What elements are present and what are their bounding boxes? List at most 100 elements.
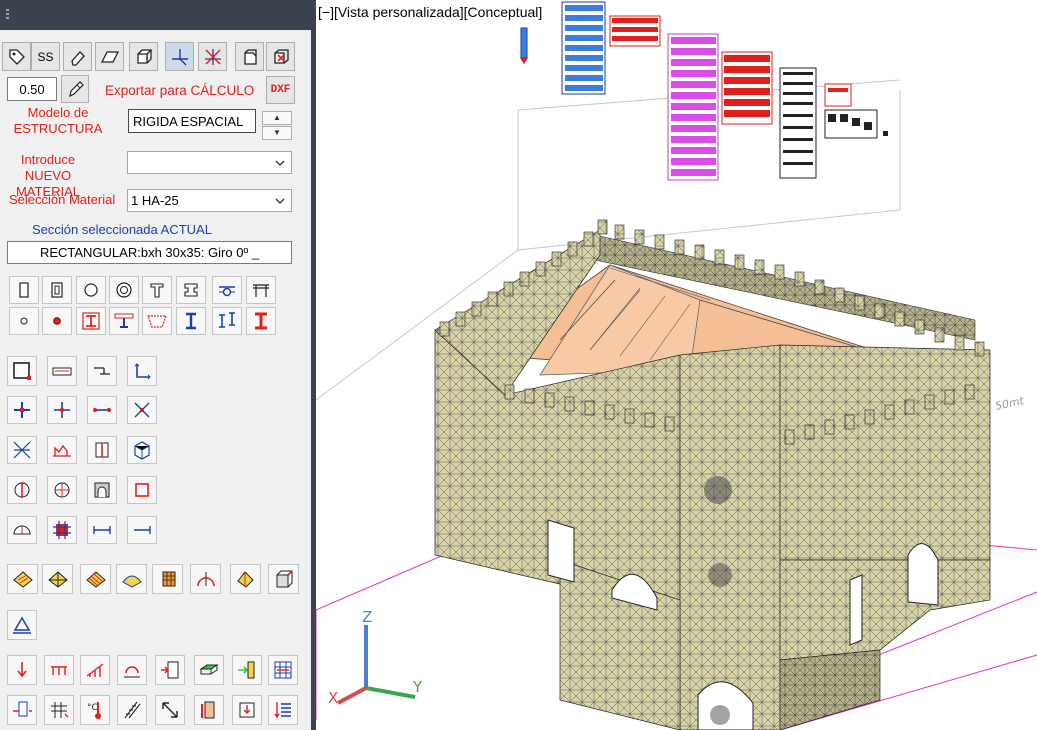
- thermal-load-icon: °C: [87, 702, 101, 719]
- point-load-button[interactable]: [7, 655, 37, 685]
- solid-node-button[interactable]: [42, 307, 72, 335]
- multi-i-section-button[interactable]: [212, 307, 242, 335]
- mesh-settings-button[interactable]: [268, 655, 298, 685]
- material-select-combo[interactable]: 1 HA-25: [127, 189, 292, 212]
- portal-frame-icon: [253, 284, 269, 297]
- i-section-button[interactable]: [176, 307, 206, 335]
- surface-tool-4[interactable]: [116, 564, 147, 594]
- palette-title-bar[interactable]: [0, 0, 311, 30]
- red-i-section-button[interactable]: [246, 307, 276, 335]
- wall-panel-button[interactable]: [87, 436, 117, 464]
- delete-solid-button[interactable]: [266, 42, 295, 71]
- panel-load-button[interactable]: [155, 655, 185, 685]
- dimension-button[interactable]: [47, 356, 77, 386]
- deck-section-button[interactable]: [109, 307, 139, 335]
- curved-shell-icon: [121, 575, 142, 588]
- chevron-down-icon: [275, 160, 285, 166]
- wall-load-button[interactable]: [7, 695, 37, 725]
- surface-tool-2[interactable]: [42, 564, 73, 594]
- section-cut-icon: [14, 482, 30, 498]
- new-material-combo[interactable]: [127, 151, 292, 174]
- triangular-load-button[interactable]: [80, 655, 110, 685]
- small-node-button[interactable]: [9, 307, 39, 335]
- offset-lines-icon: [94, 367, 110, 375]
- pipe-rail-icon: [219, 286, 235, 297]
- triangle-support-icon: [13, 616, 31, 634]
- circle-section-button[interactable]: [76, 276, 106, 304]
- download-button[interactable]: [232, 695, 262, 725]
- i-beam-red-button[interactable]: [76, 307, 106, 335]
- door-button[interactable]: [194, 695, 224, 725]
- surface-tool-8[interactable]: [268, 564, 299, 594]
- dxf-export-button[interactable]: DXF: [266, 76, 295, 104]
- portal-section-button[interactable]: [246, 276, 276, 304]
- green-slab-button[interactable]: [194, 655, 224, 685]
- channel-section-button[interactable]: [176, 276, 206, 304]
- thermal-load-button[interactable]: °C: [80, 695, 110, 725]
- perpendicular-tool-button[interactable]: [165, 42, 194, 71]
- plane-tool-button[interactable]: [95, 42, 124, 71]
- t-section-button[interactable]: [142, 276, 172, 304]
- frame-box-button[interactable]: [127, 476, 157, 504]
- spin-down-button[interactable]: ▼: [262, 126, 292, 140]
- distributed-load-button[interactable]: [44, 655, 74, 685]
- solid-mesh-button[interactable]: [127, 436, 157, 464]
- i-beam-blue-icon: [186, 312, 196, 330]
- ss-button[interactable]: SS: [31, 42, 60, 71]
- spin-up-button[interactable]: ▲: [262, 111, 292, 125]
- arch-button[interactable]: [87, 476, 117, 504]
- bar-element-icon: [93, 408, 111, 412]
- support-tool-button[interactable]: [7, 610, 37, 640]
- point-load-icon: [17, 662, 27, 678]
- grid-load-button[interactable]: [44, 695, 74, 725]
- diagonal-arrow-button[interactable]: [155, 695, 185, 725]
- eraser-tool-button[interactable]: [63, 42, 92, 71]
- tag-tool-button[interactable]: [2, 42, 31, 71]
- local-axes-icon: [134, 363, 151, 380]
- span-end-button[interactable]: [127, 516, 157, 544]
- bar-button[interactable]: [87, 396, 117, 424]
- select-frame-button[interactable]: [7, 356, 37, 386]
- surface-tool-1[interactable]: [7, 564, 38, 594]
- pencil-tool-button[interactable]: [61, 75, 89, 103]
- surface-tool-7[interactable]: [230, 564, 261, 594]
- stair-button[interactable]: [117, 695, 147, 725]
- model-canvas[interactable]: 50mt Z Y X: [316, 0, 1037, 730]
- thickness-input[interactable]: 0.50: [7, 77, 57, 101]
- sphere-button[interactable]: [47, 476, 77, 504]
- list-arrow-button[interactable]: [268, 695, 298, 725]
- column-load-button[interactable]: [232, 655, 262, 685]
- axes-button[interactable]: [127, 356, 157, 386]
- section-cut-button[interactable]: [7, 476, 37, 504]
- viewport-title[interactable]: [−][Vista personalizada][Conceptual]: [318, 4, 542, 20]
- grip-handle-icon[interactable]: [6, 9, 9, 21]
- load-diagram-button[interactable]: [47, 436, 77, 464]
- pipe-section-button[interactable]: [212, 276, 242, 304]
- model-viewport[interactable]: 50mt Z Y X: [316, 0, 1037, 730]
- offset-button[interactable]: [87, 356, 117, 386]
- box-tool-button[interactable]: [129, 42, 158, 71]
- tube-section-button[interactable]: [109, 276, 139, 304]
- trapezoid-section-button[interactable]: [142, 307, 172, 335]
- mesh-refine-button[interactable]: [7, 436, 37, 464]
- deck-beam-icon: [114, 313, 134, 328]
- dome-button[interactable]: [7, 516, 37, 544]
- grid-load-icon: [51, 702, 69, 718]
- surface-tool-3[interactable]: [80, 564, 111, 594]
- node-join-button[interactable]: [47, 396, 77, 424]
- rect-section-button[interactable]: [9, 276, 39, 304]
- solid-tool-button[interactable]: [235, 42, 264, 71]
- orange-grid-icon: [162, 571, 175, 587]
- tag-icon: [8, 48, 25, 65]
- section-field[interactable]: RECTANGULAR:bxh 30x35: Giro 0º _: [7, 241, 292, 264]
- surface-tool-6[interactable]: [190, 564, 221, 594]
- grid-node-button[interactable]: [47, 516, 77, 544]
- node-split-button[interactable]: [7, 396, 37, 424]
- diagonal-button[interactable]: [127, 396, 157, 424]
- cross-cut-tool-button[interactable]: [198, 42, 227, 71]
- hollow-rect-section-button[interactable]: [42, 276, 72, 304]
- structure-model-field[interactable]: RIGIDA ESPACIAL: [128, 109, 256, 133]
- span-button[interactable]: [87, 516, 117, 544]
- surface-tool-5[interactable]: [152, 564, 183, 594]
- moment-load-button[interactable]: [117, 655, 147, 685]
